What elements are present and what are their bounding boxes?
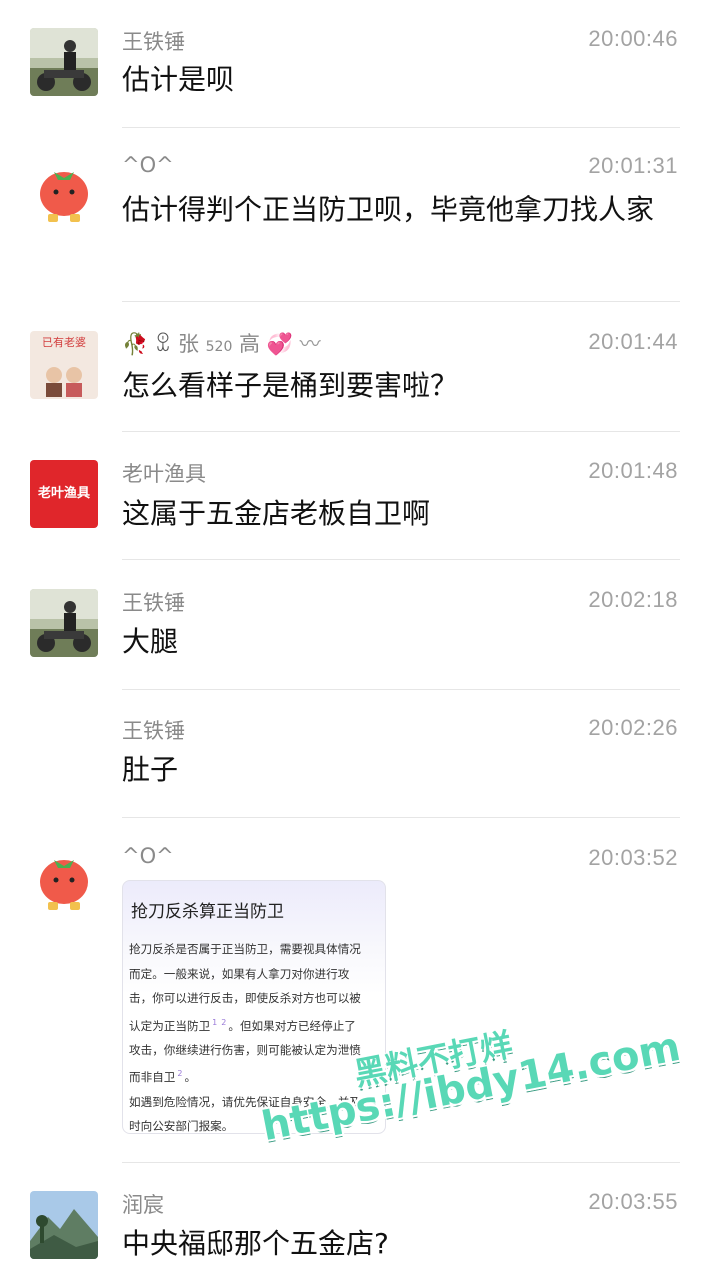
message-time: 20:01:44	[588, 329, 678, 354]
tomato-emoji-icon	[30, 160, 98, 228]
message-time: 20:03:55	[588, 1189, 678, 1214]
sender-name: 🥀 ꀾ 张 520 高 💞 〰	[122, 328, 321, 358]
message-time: 20:02:26	[588, 715, 678, 740]
avatar[interactable]	[30, 589, 98, 657]
card-line: 认定为正当防卫 1 2 。但如果对方已经停止了	[129, 1011, 381, 1038]
sender-name-part: 张	[177, 332, 199, 356]
message-time: 20:01:31	[588, 153, 678, 178]
divider	[122, 559, 680, 560]
message-text: 估计得判个正当防卫呗，毕竟他拿刀找人家	[122, 193, 655, 226]
message-text: 大腿	[122, 625, 179, 658]
card-text: 而非自卫	[129, 1070, 176, 1085]
message-time: 20:02:18	[588, 587, 678, 612]
tomato-emoji-icon	[30, 848, 98, 916]
divider	[122, 1162, 680, 1163]
card-line: 攻击，你继续进行伤害，则可能被认定为泄愤	[129, 1042, 361, 1057]
avatar[interactable]	[30, 160, 98, 228]
card-text: 认定为正当防卫	[129, 1018, 211, 1033]
sender-name-sub: 520	[205, 339, 233, 355]
rider-photo-icon	[30, 589, 98, 657]
card-line: 而非自卫 2。	[129, 1062, 381, 1089]
wave-icon: 〰	[299, 332, 321, 356]
avatar[interactable]	[30, 28, 98, 96]
sender-name: 润宸	[122, 1193, 164, 1217]
card-line: 击，你可以进行反击，即使反杀对方也可以被	[129, 991, 361, 1005]
sender-name-part: 高	[239, 332, 261, 356]
message-text: 肚子	[122, 753, 179, 786]
card-line: 而定。一般来说，如果有人拿刀对你进行攻	[129, 966, 350, 981]
divider	[122, 431, 680, 432]
card-line: 抢刀反杀是否属于正当防卫，需要视具体情况	[129, 942, 361, 956]
sender-name: ^O^	[122, 844, 174, 868]
avatar-label: 已有老婆	[42, 335, 86, 349]
divider	[122, 301, 680, 302]
message-time: 20:01:48	[588, 458, 678, 483]
divider	[122, 817, 680, 818]
message-text: 中央福邸那个五金店?	[122, 1227, 389, 1260]
message-text: 怎么看样子是桶到要害啦？	[122, 369, 459, 402]
card-text: 。	[184, 1070, 197, 1085]
message-time: 20:00:46	[588, 26, 678, 51]
divider	[122, 127, 680, 128]
heart-icon: 💞	[266, 332, 293, 356]
avatar[interactable]	[30, 1191, 98, 1259]
rider-photo-icon	[30, 28, 98, 96]
card-title: 抢刀反杀算正当防卫	[131, 902, 284, 922]
reference-marker[interactable]: 2	[177, 1069, 182, 1078]
reference-marker[interactable]: 1	[212, 1018, 217, 1027]
card-text: 。但如果对方已经停止了	[228, 1018, 356, 1033]
message-time: 20:03:52	[588, 845, 678, 870]
message-text: 估计是呗	[122, 63, 235, 96]
sender-name: ^O^	[122, 153, 174, 177]
sender-name: 王铁锤	[122, 719, 185, 743]
message-text: 这属于五金店老板自卫啊	[122, 497, 431, 530]
sender-name: 王铁锤	[122, 30, 185, 54]
sender-name: 老叶渔具	[122, 462, 206, 486]
rose-icon: 🥀	[122, 332, 149, 356]
divider	[122, 689, 680, 690]
avatar[interactable]: 老叶渔具	[30, 460, 98, 528]
reference-marker[interactable]: 2	[221, 1018, 226, 1027]
avatar[interactable]	[30, 848, 98, 916]
paw-icon: ꀾ	[154, 332, 172, 356]
sender-name: 王铁锤	[122, 591, 185, 615]
couple-photo-icon: 已有老婆	[30, 331, 98, 399]
shop-logo-label: 老叶渔具	[37, 486, 90, 501]
avatar[interactable]: 已有老婆	[30, 331, 98, 399]
mountain-photo-icon	[30, 1191, 98, 1259]
